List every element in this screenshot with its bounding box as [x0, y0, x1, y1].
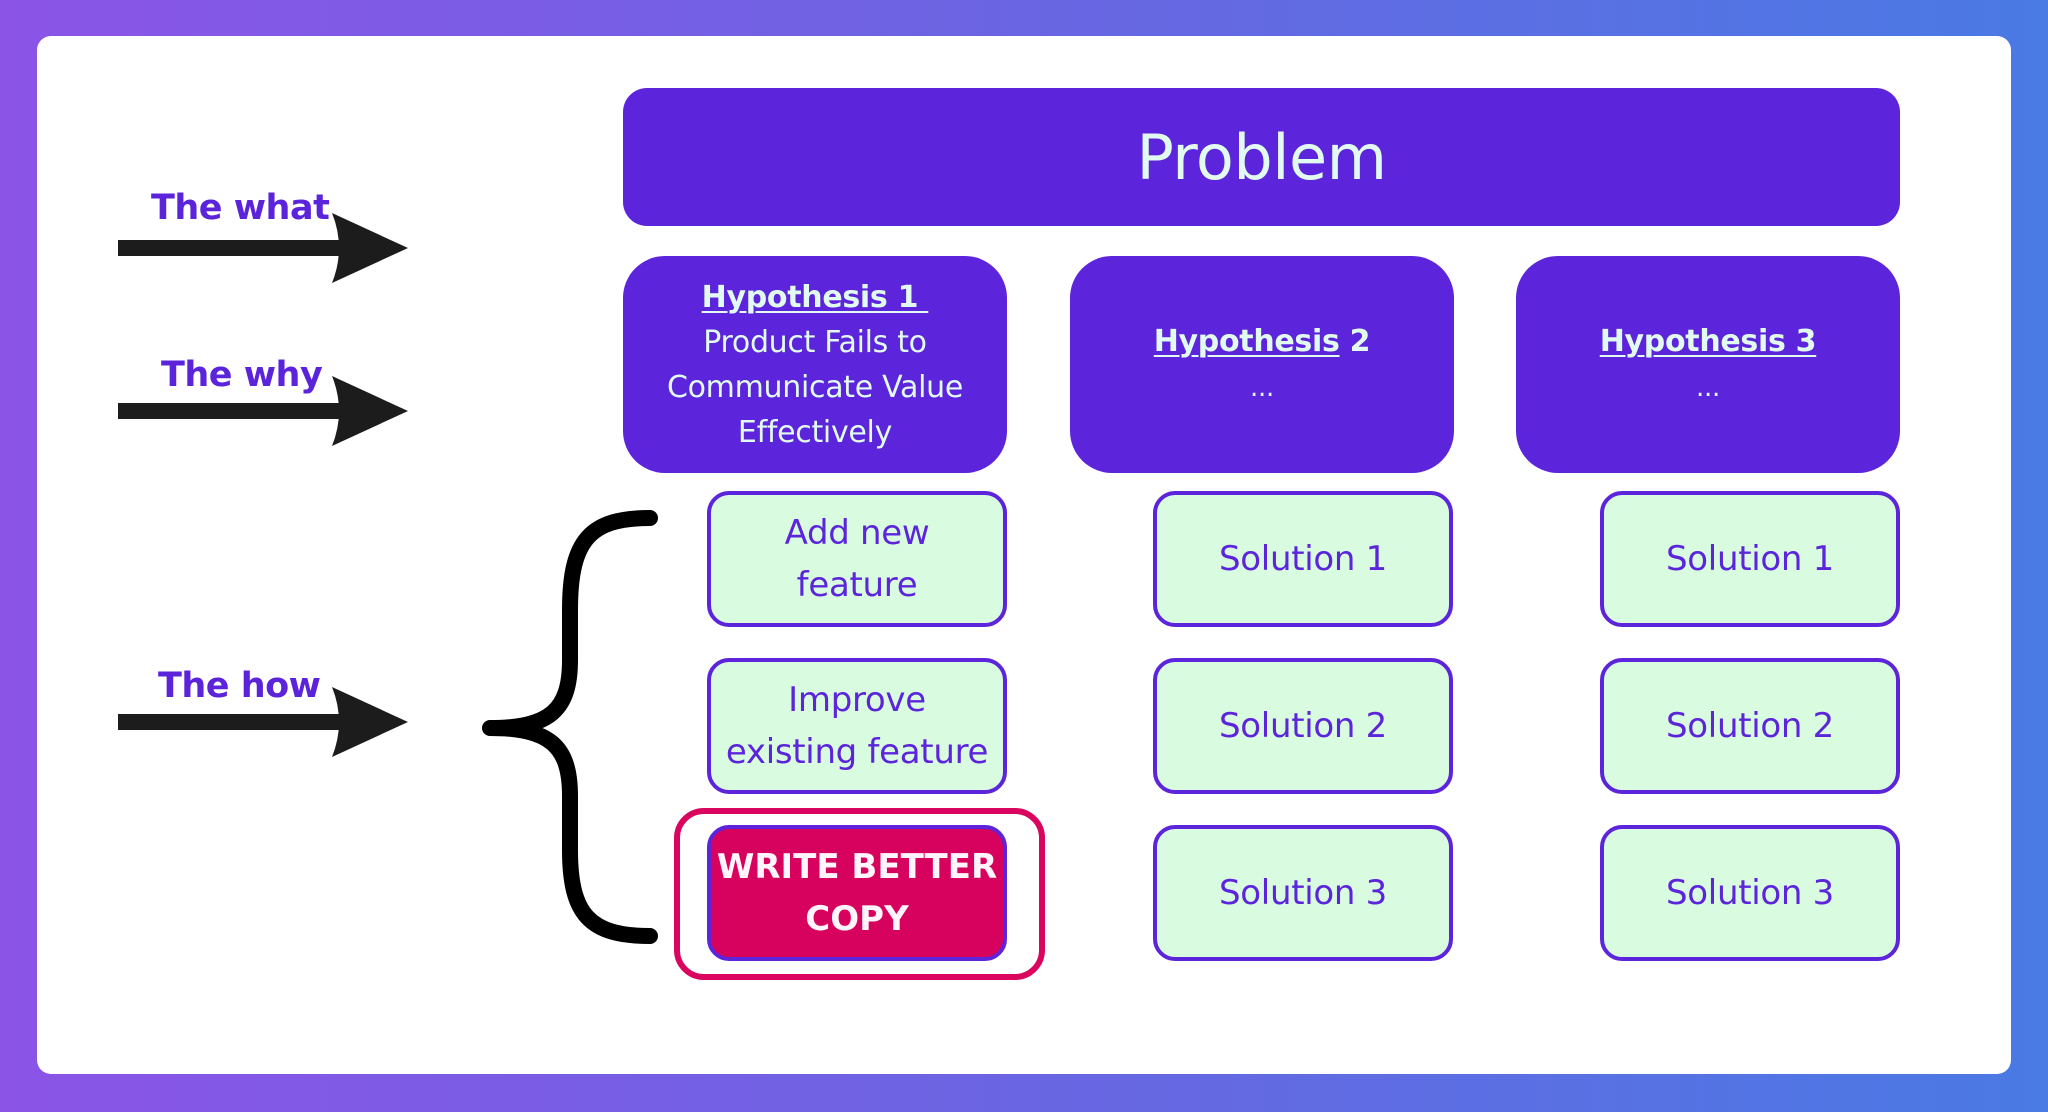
- solution-label: Solution 2: [1666, 706, 1834, 746]
- hypothesis-3-detail: ...: [1696, 372, 1720, 403]
- problem-box: Problem: [623, 88, 1900, 226]
- hypothesis-3-title: Hypothesis 3: [1600, 319, 1817, 364]
- hypothesis-1-title: Hypothesis 1: [702, 275, 929, 320]
- hypothesis-2-title: Hypothesis 2: [1154, 319, 1371, 364]
- solution-line: COPY: [805, 899, 909, 939]
- hypothesis-1-line-2: Communicate Value: [666, 369, 964, 405]
- hypothesis-1-box: Hypothesis 1 Product Fails to Communicat…: [623, 256, 1007, 473]
- solution-line: feature: [796, 565, 918, 605]
- curly-brace-icon: [482, 510, 658, 944]
- hypothesis-3-solution-2: Solution 2: [1600, 658, 1900, 794]
- hypothesis-2-title-underlined: Hypothesis: [1153, 323, 1340, 359]
- hypothesis-2-box: Hypothesis 2 ...: [1070, 256, 1454, 473]
- solution-label: Solution 3: [1219, 873, 1387, 913]
- solution-line: Improve: [788, 680, 926, 720]
- solution-write-better-copy: WRITE BETTER COPY: [707, 825, 1007, 961]
- hypothesis-2-solution-3: Solution 3: [1153, 825, 1453, 961]
- hypothesis-2-solution-2: Solution 2: [1153, 658, 1453, 794]
- hypothesis-3-solution-3: Solution 3: [1600, 825, 1900, 961]
- hypothesis-1-title-underlined: Hypothesis 1: [701, 279, 929, 315]
- solution-label: Solution 1: [1666, 539, 1834, 579]
- solution-add-new-feature: Add new feature: [707, 491, 1007, 627]
- solution-label: Solution 2: [1219, 706, 1387, 746]
- arrow-right-icon-why: [118, 376, 408, 446]
- solution-improve-existing-feature: Improve existing feature: [707, 658, 1007, 794]
- hypothesis-2-solution-1: Solution 1: [1153, 491, 1453, 627]
- hypothesis-3-title-underlined: Hypothesis 3: [1599, 323, 1817, 359]
- hypothesis-2-title-rest: 2: [1339, 323, 1371, 359]
- arrow-right-icon-what: [118, 213, 408, 283]
- solution-line: WRITE BETTER: [716, 847, 998, 887]
- solution-label: Solution 3: [1666, 873, 1834, 913]
- problem-title: Problem: [1136, 120, 1387, 194]
- arrow-right-icon-how: [118, 687, 408, 757]
- hypothesis-1-line-3: Effectively: [737, 414, 893, 450]
- solution-label: Solution 1: [1219, 539, 1387, 579]
- solution-line: Add new: [784, 513, 930, 553]
- hypothesis-1-line-1: Product Fails to: [703, 324, 927, 360]
- hypothesis-3-box: Hypothesis 3 ...: [1516, 256, 1900, 473]
- hypothesis-2-detail: ...: [1250, 372, 1274, 403]
- solution-line: existing feature: [725, 732, 989, 772]
- hypothesis-3-solution-1: Solution 1: [1600, 491, 1900, 627]
